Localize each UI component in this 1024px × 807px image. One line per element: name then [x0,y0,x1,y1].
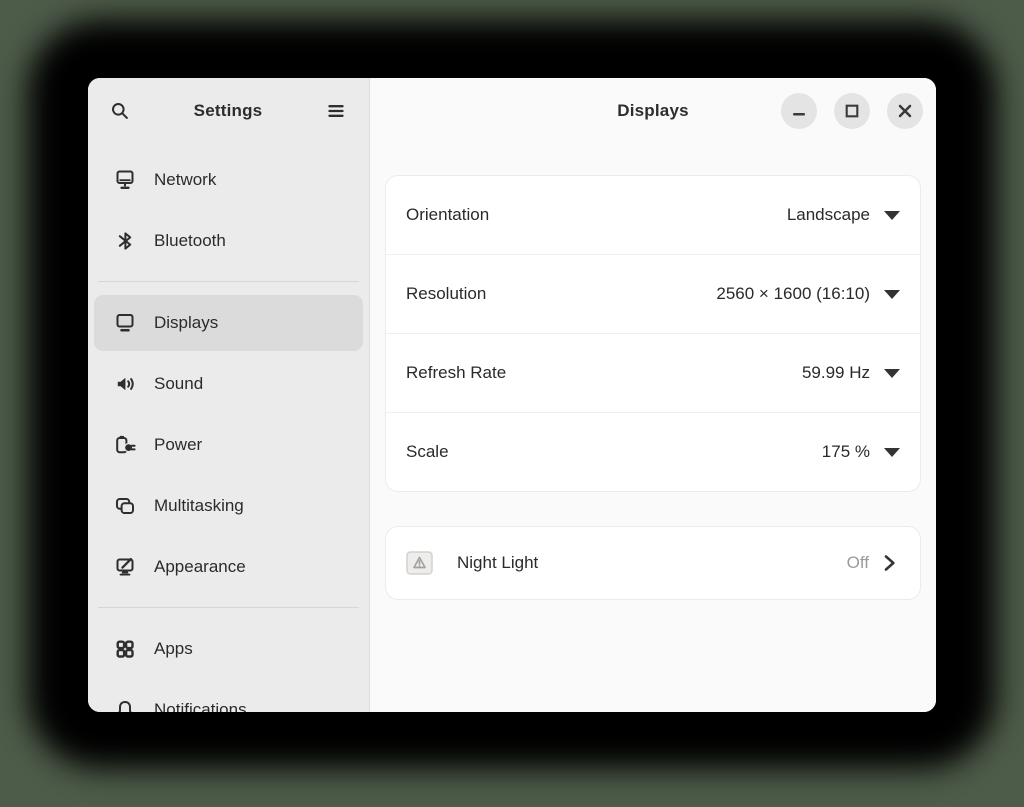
network-icon [116,170,134,189]
sidebar-nav: Network Bluetooth Displays Sound Power M… [88,144,369,712]
sidebar-item-sound[interactable]: Sound [94,356,363,412]
scale-row[interactable]: Scale 175 % [386,412,920,491]
sidebar-headerbar: Settings [88,78,369,144]
maximize-icon [845,104,859,118]
sidebar-item-label: Sound [154,374,204,393]
scale-label: Scale [406,442,449,461]
apps-icon [116,640,134,658]
main-panel: Displays Orientation Landscape Resolutio… [370,78,936,712]
displays-icon [116,314,134,332]
bluetooth-icon [118,232,132,250]
scale-value: 175 % [821,442,870,461]
sidebar-item-label: Appearance [154,557,246,576]
night-light-row[interactable]: Night Light Off [386,527,920,599]
main-headerbar: Displays [370,78,936,144]
page-title: Displays [617,101,689,120]
sidebar-item-label: Notifications [154,700,247,712]
night-light-status: Off [846,553,869,572]
search-icon [112,103,128,119]
settings-window: Settings Network Bluetooth Displays Soun… [88,78,936,712]
sidebar-item-bluetooth[interactable]: Bluetooth [94,213,363,269]
minimize-button[interactable] [781,93,817,129]
sound-icon [117,377,134,391]
main-menu-button[interactable] [323,98,349,124]
appearance-icon [116,557,134,576]
window-controls [781,93,923,129]
dropdown-arrow-icon [884,447,900,457]
sidebar-item-notifications[interactable]: Notifications [94,682,363,712]
sidebar-item-label: Bluetooth [154,231,226,250]
resolution-value: 2560 × 1600 (16:10) [716,284,870,303]
power-icon [116,435,136,454]
search-button[interactable] [107,98,133,124]
sidebar-item-apps[interactable]: Apps [94,621,363,677]
multitasking-icon [116,498,134,514]
sidebar: Settings Network Bluetooth Displays Soun… [88,78,370,712]
maximize-button[interactable] [834,93,870,129]
sidebar-item-displays[interactable]: Displays [94,295,363,351]
close-button[interactable] [887,93,923,129]
sidebar-divider [98,607,359,608]
orientation-value: Landscape [786,205,870,224]
hamburger-menu-icon [328,105,344,117]
resolution-label: Resolution [406,284,487,303]
sidebar-item-label: Apps [154,639,193,658]
refresh-rate-label: Refresh Rate [406,363,507,382]
display-settings-content: Orientation Landscape Resolution 2560 × … [370,144,936,599]
sidebar-divider [98,281,359,282]
sidebar-item-label: Displays [154,313,219,332]
night-light-placeholder-icon [406,550,433,575]
sidebar-title: Settings [193,101,263,120]
dropdown-arrow-icon [884,368,900,378]
sidebar-item-appearance[interactable]: Appearance [94,539,363,595]
sidebar-item-power[interactable]: Power [94,417,363,473]
sidebar-item-multitasking[interactable]: Multitasking [94,478,363,534]
dropdown-arrow-icon [884,289,900,299]
orientation-row[interactable]: Orientation Landscape [386,176,920,254]
sidebar-item-label: Network [154,170,217,189]
refresh-rate-value: 59.99 Hz [801,363,870,382]
refresh-rate-row[interactable]: Refresh Rate 59.99 Hz [386,333,920,412]
notifications-icon [118,701,132,712]
sidebar-item-label: Multitasking [154,496,244,515]
sidebar-item-label: Power [154,435,203,454]
minimize-icon [793,113,805,116]
resolution-row[interactable]: Resolution 2560 × 1600 (16:10) [386,254,920,333]
display-settings-group: Orientation Landscape Resolution 2560 × … [386,176,920,491]
chevron-right-icon [884,555,895,571]
close-icon [898,104,912,118]
orientation-label: Orientation [406,205,490,224]
dropdown-arrow-icon [884,210,900,220]
sidebar-item-network[interactable]: Network [94,152,363,208]
night-light-label: Night Light [457,553,539,572]
